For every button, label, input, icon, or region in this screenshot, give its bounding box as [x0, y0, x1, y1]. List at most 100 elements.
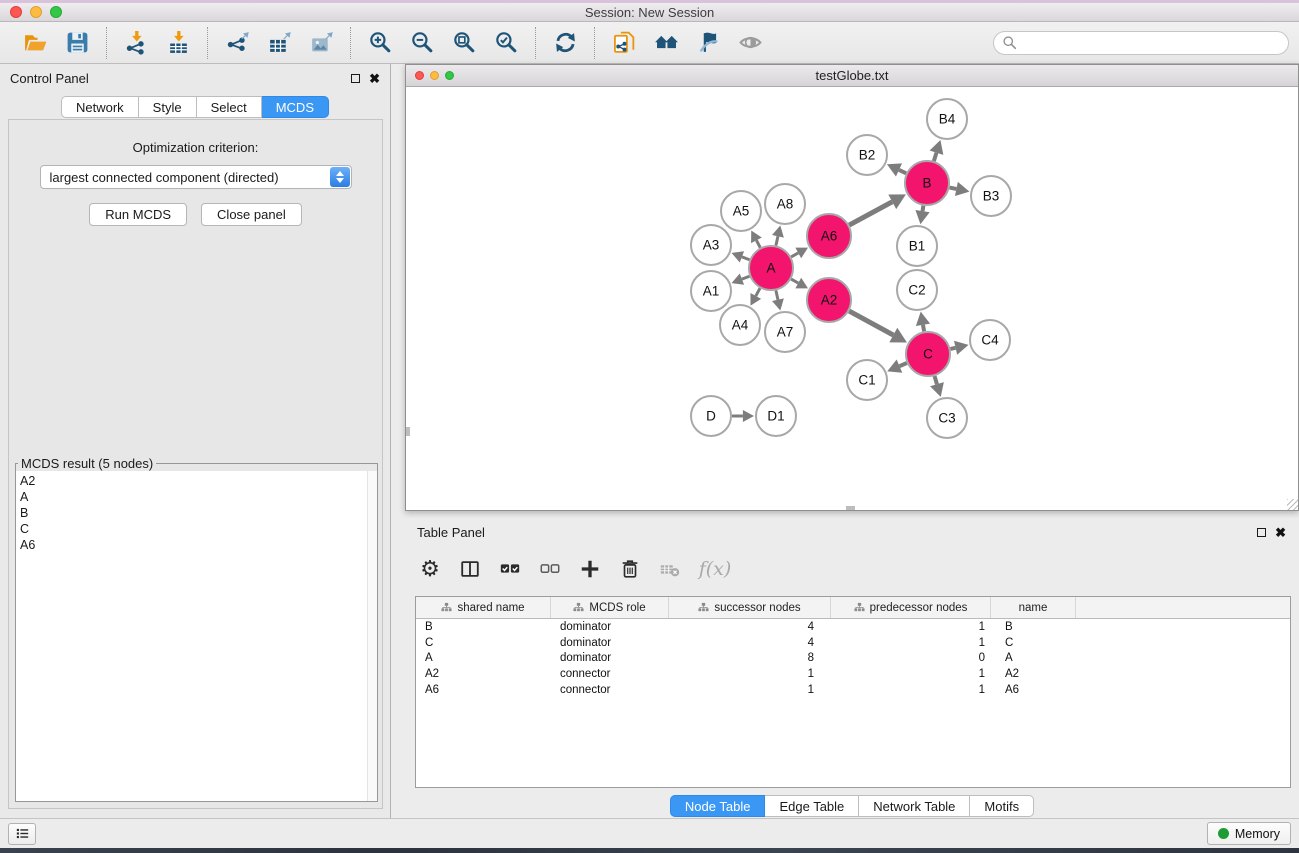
tab-node-table[interactable]: Node Table: [670, 795, 766, 817]
edge-A-A6[interactable]: [791, 253, 798, 257]
edge-B-B4[interactable]: [934, 153, 937, 161]
mcds-result-item[interactable]: B: [20, 505, 377, 521]
memory-button[interactable]: Memory: [1207, 822, 1291, 845]
edge-B-B3[interactable]: [950, 188, 957, 189]
edge-C-C1[interactable]: [899, 363, 906, 366]
graph-node-A8[interactable]: A8: [765, 184, 805, 224]
save-session-icon[interactable]: [63, 29, 91, 57]
unselect-all-icon[interactable]: [535, 554, 565, 584]
graph-node-D1[interactable]: D1: [756, 396, 796, 436]
zoom-selected-icon[interactable]: [492, 29, 520, 57]
cell-predecessor-nodes[interactable]: 0: [831, 651, 991, 667]
cell-predecessor-nodes[interactable]: 1: [831, 666, 991, 682]
export-network-icon[interactable]: [223, 29, 251, 57]
tab-select[interactable]: Select: [197, 96, 262, 118]
show-panels-button[interactable]: [8, 823, 36, 845]
graph-node-A5[interactable]: A5: [721, 191, 761, 231]
delete-icon[interactable]: [615, 554, 645, 584]
cell-MCDS-role[interactable]: dominator: [551, 651, 669, 667]
graph-node-D[interactable]: D: [691, 396, 731, 436]
mcds-result-item[interactable]: A: [20, 489, 377, 505]
cell-MCDS-role[interactable]: connector: [551, 666, 669, 682]
edge-C-C4[interactable]: [950, 348, 955, 349]
tab-network-table[interactable]: Network Table: [859, 795, 970, 817]
cell-name[interactable]: A: [991, 651, 1076, 667]
graph-node-A7[interactable]: A7: [765, 312, 805, 352]
tab-motifs[interactable]: Motifs: [970, 795, 1034, 817]
columns-icon[interactable]: [455, 554, 485, 584]
column-header-shared-name[interactable]: shared name: [416, 597, 551, 618]
cell-name[interactable]: A6: [991, 682, 1076, 698]
graph-node-A6[interactable]: A6: [807, 214, 851, 258]
mcds-result-item[interactable]: A2: [20, 473, 377, 489]
zoom-out-icon[interactable]: [408, 29, 436, 57]
close-table-panel-icon[interactable]: ✖: [1275, 526, 1286, 539]
graph-node-A1[interactable]: A1: [691, 271, 731, 311]
cell-successor-nodes[interactable]: 4: [669, 635, 831, 651]
mcds-result-item[interactable]: C: [20, 521, 377, 537]
canvas-vscroll-thumb[interactable]: [406, 427, 410, 436]
graph-node-B3[interactable]: B3: [971, 176, 1011, 216]
graph-node-C1[interactable]: C1: [847, 360, 887, 400]
network-canvas[interactable]: B4B2BB3A8A5A6A3B1AA1C2A2A4A7C4CC1C3DD1: [406, 87, 1298, 510]
table-row[interactable]: A6connector11A6: [416, 682, 1290, 698]
column-header-MCDS-role[interactable]: MCDS role: [551, 597, 669, 618]
edge-A-A8[interactable]: [776, 236, 778, 245]
cell-MCDS-role[interactable]: connector: [551, 682, 669, 698]
zoom-fit-icon[interactable]: [450, 29, 478, 57]
list-scrollbar[interactable]: [367, 471, 377, 801]
search-field[interactable]: [993, 31, 1289, 55]
edge-A-A2[interactable]: [791, 279, 798, 283]
cell-successor-nodes[interactable]: 1: [669, 666, 831, 682]
cell-shared-name[interactable]: A: [416, 651, 551, 667]
edge-A-A3[interactable]: [742, 257, 750, 260]
graph-node-A[interactable]: A: [749, 246, 793, 290]
window-resize-grip[interactable]: [1287, 499, 1298, 510]
graph-node-B1[interactable]: B1: [897, 226, 937, 266]
network-graph[interactable]: B4B2BB3A8A5A6A3B1AA1C2A2A4A7C4CC1C3DD1: [406, 87, 1298, 510]
column-header-predecessor-nodes[interactable]: predecessor nodes: [831, 597, 991, 618]
tab-style[interactable]: Style: [139, 96, 197, 118]
cell-predecessor-nodes[interactable]: 1: [831, 635, 991, 651]
import-table-icon[interactable]: [164, 29, 192, 57]
cell-MCDS-role[interactable]: dominator: [551, 619, 669, 635]
cell-shared-name[interactable]: A6: [416, 682, 551, 698]
annotation-icon[interactable]: [694, 29, 722, 57]
criterion-select[interactable]: largest connected component (directed): [40, 165, 352, 189]
add-icon[interactable]: [575, 554, 605, 584]
graph-node-C[interactable]: C: [906, 332, 950, 376]
edge-A-A7[interactable]: [776, 290, 778, 299]
graph-node-B[interactable]: B: [905, 161, 949, 205]
float-panel-icon[interactable]: [351, 74, 360, 83]
cell-name[interactable]: A2: [991, 666, 1076, 682]
table-row[interactable]: A2connector11A2: [416, 666, 1290, 682]
cell-shared-name[interactable]: C: [416, 635, 551, 651]
edge-A-A4[interactable]: [756, 288, 760, 296]
table-row[interactable]: Cdominator41C: [416, 635, 1290, 651]
edge-A6-B[interactable]: [849, 202, 892, 225]
tab-edge-table[interactable]: Edge Table: [765, 795, 859, 817]
graph-node-A3[interactable]: A3: [691, 225, 731, 265]
cell-shared-name[interactable]: B: [416, 619, 551, 635]
select-all-icon[interactable]: [495, 554, 525, 584]
tab-network[interactable]: Network: [61, 96, 139, 118]
graph-node-C3[interactable]: C3: [927, 398, 967, 438]
cell-predecessor-nodes[interactable]: 1: [831, 682, 991, 698]
edge-C-C3[interactable]: [935, 376, 937, 384]
export-table-icon[interactable]: [265, 29, 293, 57]
gear-icon[interactable]: ⚙: [415, 554, 445, 584]
canvas-hscroll-thumb[interactable]: [846, 506, 855, 510]
graph-node-C4[interactable]: C4: [970, 320, 1010, 360]
search-input[interactable]: [1022, 36, 1280, 50]
duplicate-network-icon[interactable]: [610, 29, 638, 57]
cell-successor-nodes[interactable]: 8: [669, 651, 831, 667]
edge-A-A5[interactable]: [756, 240, 760, 247]
edge-B-B2[interactable]: [899, 170, 906, 173]
cell-predecessor-nodes[interactable]: 1: [831, 619, 991, 635]
edge-A2-C[interactable]: [849, 311, 893, 335]
hide-eye-icon[interactable]: [736, 29, 764, 57]
import-network-icon[interactable]: [122, 29, 150, 57]
table-row[interactable]: Bdominator41B: [416, 619, 1290, 635]
column-header-successor-nodes[interactable]: successor nodes: [669, 597, 831, 618]
cell-name[interactable]: C: [991, 635, 1076, 651]
